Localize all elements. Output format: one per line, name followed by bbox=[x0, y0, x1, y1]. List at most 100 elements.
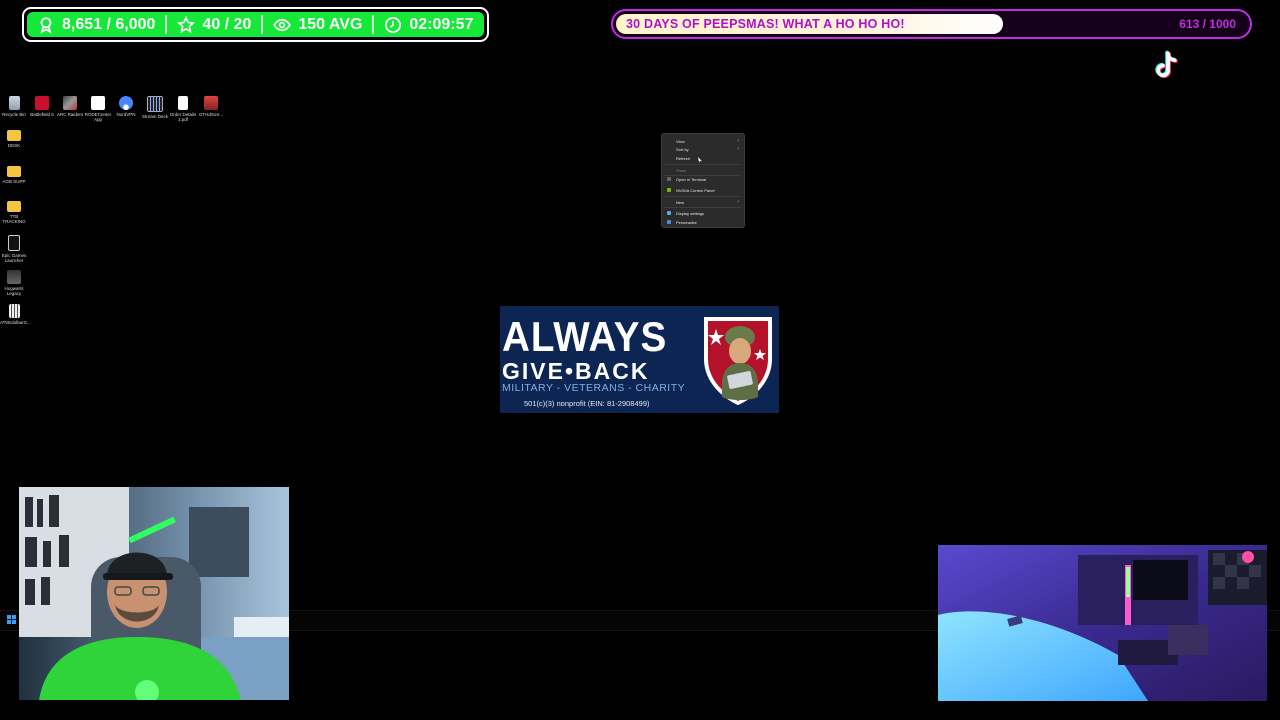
desktop-icon-label: DESK bbox=[7, 143, 21, 148]
desktop-icon-recycle-bin[interactable]: Recycle Bin bbox=[0, 96, 28, 117]
desktop-icon-label: NordVPN bbox=[116, 112, 136, 117]
menu-item-new[interactable]: New › bbox=[662, 198, 744, 206]
subathon-goal-bar: 30 DAYS OF PEEPSMAS! WHAT A HO HO HO! 61… bbox=[611, 9, 1252, 39]
desktop-icon-label: ATtrEdolbarG... bbox=[0, 320, 31, 325]
hogwarts-icon bbox=[7, 270, 21, 284]
desktop-icon-rodecenter[interactable]: RODECenter App bbox=[84, 96, 112, 122]
epic-games-icon bbox=[8, 235, 20, 251]
webcam-room-image bbox=[938, 545, 1267, 701]
windows-start-icon[interactable] bbox=[7, 615, 16, 624]
webcam-streamer-image bbox=[19, 487, 289, 700]
display-icon bbox=[667, 211, 671, 215]
desktop-icon-tracking-folder[interactable]: TTB TRACKING bbox=[0, 201, 28, 224]
tiktok-icon bbox=[1155, 50, 1178, 79]
chevron-right-icon: › bbox=[737, 199, 739, 205]
menu-item-open-terminal[interactable]: Open in Terminal bbox=[662, 175, 744, 183]
charity-ein: 501(c)(3) nonprofit (EIN: 81-2908499) bbox=[524, 399, 650, 408]
arc-raiders-icon bbox=[63, 96, 77, 110]
desktop-icon-desk-folder[interactable]: DESK bbox=[0, 130, 28, 148]
folder-icon bbox=[7, 201, 21, 212]
menu-item-label: Refresh bbox=[676, 155, 691, 161]
menu-item-display-settings[interactable]: Display settings bbox=[662, 209, 744, 217]
desktop-icon-file[interactable]: GTHdSoX... bbox=[197, 96, 225, 117]
desktop-context-menu: View › Sort by › Refresh Paste Open in T… bbox=[661, 133, 745, 228]
desktop-icon-arc-raiders[interactable]: ARC Raiders bbox=[56, 96, 84, 117]
menu-divider bbox=[665, 207, 741, 208]
charity-banner: ALWAYS GIVE•BACK MILITARY - VETERANS - C… bbox=[500, 306, 779, 413]
menu-item-label: Open in Terminal bbox=[676, 176, 707, 182]
soldier-shield-logo bbox=[704, 317, 772, 405]
stream-stats-bar: 8,651 / 6,000 40 / 20 150 AVG 02:09:57 bbox=[22, 7, 489, 42]
goal-count: 613 / 1000 bbox=[1179, 17, 1236, 31]
desktop-icon-battlefield[interactable]: Battlefield 6 bbox=[28, 96, 56, 117]
desktop-icon-label: ARC Raiders bbox=[56, 112, 84, 117]
eye-icon bbox=[273, 18, 292, 31]
desktop-icon-order-details[interactable]: Order Details 1.pdf bbox=[169, 96, 197, 122]
menu-divider bbox=[665, 196, 741, 197]
uptime-stat: 02:09:57 bbox=[384, 16, 473, 34]
nordvpn-icon bbox=[119, 96, 133, 110]
stat-divider bbox=[261, 15, 264, 34]
stat-divider bbox=[165, 15, 168, 34]
charity-title-line1: ALWAYS bbox=[502, 313, 668, 360]
rode-icon bbox=[91, 96, 105, 110]
desktop-icon-label: TTB TRACKING bbox=[2, 214, 26, 224]
battlefield-icon bbox=[35, 96, 49, 110]
stat-divider bbox=[372, 15, 375, 34]
charity-title-line2: GIVE•BACK bbox=[502, 358, 650, 384]
star-icon bbox=[177, 15, 196, 33]
desktop-icon-nordvpn[interactable]: NordVPN bbox=[112, 96, 140, 117]
subs-value: 40 / 20 bbox=[202, 15, 252, 33]
desktop-icon-stream-deck[interactable]: Stream Deck bbox=[141, 96, 169, 119]
menu-item-label: Sort by bbox=[676, 146, 689, 152]
desktop-icon-label: Epic Games Launcher bbox=[1, 253, 27, 263]
followers-value: 8,651 / 6,000 bbox=[62, 15, 156, 33]
menu-item-label: Paste bbox=[676, 167, 687, 173]
menu-item-paste: Paste bbox=[662, 166, 744, 174]
desktop-icon-archive[interactable]: ATtrEdolbarG... bbox=[0, 304, 31, 325]
charity-tagline: MILITARY - VETERANS - CHARITY bbox=[502, 382, 686, 394]
menu-divider bbox=[665, 164, 741, 165]
desktop-icon-label: Stream Deck bbox=[141, 114, 168, 119]
desktop-icon-label: Hogwarts Legacy bbox=[4, 286, 24, 296]
personalize-icon bbox=[667, 220, 671, 224]
menu-item-label: Personalize bbox=[676, 219, 697, 225]
folder-icon bbox=[7, 130, 21, 141]
viewers-value: 150 AVG bbox=[298, 15, 363, 33]
desktop-icon-label: Recycle Bin bbox=[2, 112, 26, 117]
recycle-bin-icon bbox=[8, 96, 20, 110]
desktop-icon-agb-folder[interactable]: AGB SUPP bbox=[0, 166, 28, 184]
menu-item-sort-by[interactable]: Sort by › bbox=[662, 145, 744, 153]
menu-item-personalize[interactable]: Personalize bbox=[662, 218, 744, 226]
image-file-icon bbox=[204, 96, 218, 110]
desktop-icon-label: RODECenter App bbox=[84, 112, 112, 122]
menu-item-label: New bbox=[676, 199, 685, 205]
desktop-icon-epic-games[interactable]: Epic Games Launcher bbox=[0, 235, 28, 263]
subs-stat: 40 / 20 bbox=[177, 15, 252, 34]
chevron-right-icon: › bbox=[737, 146, 739, 152]
desktop-icon-label: GTHdSoX... bbox=[198, 112, 224, 117]
desktop-icon-label: Battlefield 6 bbox=[30, 112, 54, 117]
webcam-streamer bbox=[19, 487, 289, 700]
menu-item-label: NVIDIA Control Panel bbox=[676, 187, 715, 193]
folder-icon bbox=[7, 166, 21, 177]
desktop-icon-hogwarts[interactable]: Hogwarts Legacy bbox=[0, 270, 28, 296]
viewers-stat: 150 AVG bbox=[273, 16, 362, 34]
desktop-icon-label: Order Details 1.pdf bbox=[169, 112, 197, 122]
uptime-value: 02:09:57 bbox=[409, 15, 474, 33]
stream-deck-icon bbox=[147, 96, 163, 112]
nvidia-icon bbox=[667, 188, 671, 192]
menu-item-view[interactable]: View › bbox=[662, 137, 744, 145]
pdf-file-icon bbox=[178, 96, 188, 110]
menu-item-refresh[interactable]: Refresh bbox=[662, 154, 744, 162]
chevron-right-icon: › bbox=[737, 138, 739, 144]
menu-item-nvidia[interactable]: NVIDIA Control Panel bbox=[662, 186, 744, 194]
archive-icon bbox=[8, 304, 20, 318]
goal-title: 30 DAYS OF PEEPSMAS! WHAT A HO HO HO! bbox=[626, 17, 905, 31]
menu-item-label: Display settings bbox=[676, 210, 705, 216]
followers-stat: 8,651 / 6,000 bbox=[37, 16, 155, 34]
award-icon bbox=[40, 16, 52, 34]
webcam-room bbox=[938, 545, 1267, 701]
clock-icon bbox=[385, 16, 402, 33]
stream-stats-inner: 8,651 / 6,000 40 / 20 150 AVG 02:09:57 bbox=[27, 12, 484, 37]
